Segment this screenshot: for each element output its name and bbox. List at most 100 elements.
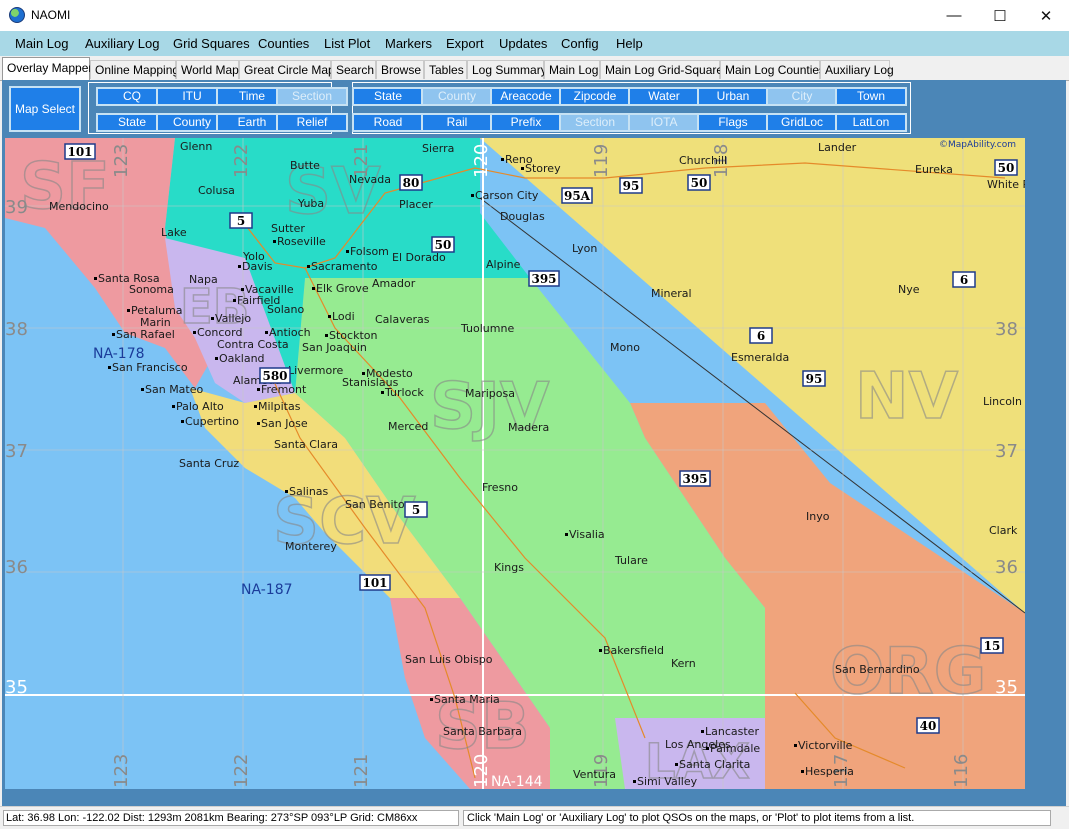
overlay-b-road-button[interactable]: Road — [352, 113, 424, 132]
city-dot — [241, 288, 244, 291]
highway-shield-label: 395 — [531, 272, 556, 286]
city-dot — [307, 265, 310, 268]
county-label: San Bernardino — [835, 663, 920, 676]
tab-bar: Overlay Mapper Online Mapping World Map … — [0, 56, 1069, 81]
tab-main-log-counties[interactable]: Main Log Counties — [720, 60, 825, 79]
county-label: Yuba — [297, 197, 324, 210]
overlay-b-water-button[interactable]: Water — [628, 87, 700, 106]
highway-shield-label: 95 — [623, 179, 640, 193]
tab-overlay-mapper[interactable]: Overlay Mapper — [2, 57, 92, 80]
city-dot — [565, 533, 568, 536]
city-dot — [312, 287, 315, 290]
menu-counties[interactable]: Counties — [258, 36, 309, 51]
city-label: Carson City — [475, 189, 539, 202]
menu-main-log[interactable]: Main Log — [15, 36, 68, 51]
county-label: Placer — [399, 198, 433, 211]
county-label: Lander — [818, 141, 857, 154]
menu-export[interactable]: Export — [446, 36, 484, 51]
overlay-b-gridloc-button[interactable]: GridLoc — [766, 113, 838, 132]
tab-main-log[interactable]: Main Log — [544, 60, 600, 79]
overlay-a-section-button[interactable]: Section — [276, 87, 348, 106]
overlay-b-city-button[interactable]: City — [766, 87, 838, 106]
lat-label-38: 38 — [5, 319, 28, 340]
city-label: San Mateo — [145, 383, 204, 396]
county-label: Ventura — [573, 768, 616, 781]
maximize-button[interactable]: ☐ — [977, 0, 1023, 31]
minimize-button[interactable]: — — [931, 0, 977, 31]
menu-help[interactable]: Help — [616, 36, 643, 51]
lat-label-35-right: 35 — [995, 677, 1018, 698]
overlay-a-relief-button[interactable]: Relief — [276, 113, 348, 132]
county-label: Mineral — [651, 287, 692, 300]
overlay-b-town-button[interactable]: Town — [835, 87, 907, 106]
overlay-b-state-button[interactable]: State — [352, 87, 424, 106]
overlay-b-latlon-button[interactable]: LatLon — [835, 113, 907, 132]
tab-world-map[interactable]: World Map — [176, 60, 239, 79]
tab-browse[interactable]: Browse — [376, 60, 424, 79]
overlay-b-county-button[interactable]: County — [421, 87, 493, 106]
tab-log-summary[interactable]: Log Summary — [467, 60, 547, 79]
overlay-b-iota-button[interactable]: IOTA — [628, 113, 700, 132]
lon-label-123-bottom: 123 — [111, 754, 132, 788]
city-label: Cupertino — [185, 415, 239, 428]
city-label: Fremont — [261, 383, 307, 396]
menu-markers[interactable]: Markers — [385, 36, 432, 51]
lon-label-122-bottom: 122 — [231, 754, 252, 788]
menu-auxiliary-log[interactable]: Auxiliary Log — [85, 36, 159, 51]
city-label: Roseville — [277, 235, 326, 248]
city-label: San Jose — [261, 417, 308, 430]
city-label: Petaluma — [131, 304, 183, 317]
tab-main-log-grid-squares[interactable]: Main Log Grid-Squares — [600, 60, 729, 79]
tab-tables[interactable]: Tables — [424, 60, 467, 79]
highway-shield-label: 50 — [435, 238, 452, 252]
overlay-b-rail-button[interactable]: Rail — [421, 113, 493, 132]
tab-great-circle-map[interactable]: Great Circle Map — [239, 60, 335, 79]
map-select-button[interactable]: Map Select — [9, 86, 81, 132]
menu-grid-squares[interactable]: Grid Squares — [173, 36, 250, 51]
lon-label-123: 123 — [111, 144, 132, 178]
county-label: Churchill — [679, 154, 727, 167]
menu-config[interactable]: Config — [561, 36, 599, 51]
county-label: Santa Clara — [274, 438, 338, 451]
menu-list-plot[interactable]: List Plot — [324, 36, 370, 51]
lon-label-120-bottom: 120 — [471, 754, 492, 788]
county-label: Glenn — [180, 140, 212, 153]
overlay-b-section-button[interactable]: Section — [559, 113, 631, 132]
highway-shield-label: 80 — [403, 176, 420, 190]
menu-updates[interactable]: Updates — [499, 36, 547, 51]
city-dot — [285, 490, 288, 493]
city-dot — [181, 420, 184, 423]
city-label: Antioch — [269, 326, 311, 339]
city-label: Folsom — [350, 245, 389, 258]
city-dot — [233, 299, 236, 302]
overlay-b-flags-button[interactable]: Flags — [697, 113, 769, 132]
overlay-b-prefix-button[interactable]: Prefix — [490, 113, 562, 132]
map-canvas[interactable]: SF SV EB SJV SCV NV ORG SB LAX 39 38 37 … — [5, 138, 1025, 789]
status-coordinates: Lat: 36.98 Lon: -122.02 Dist: 1293m 2081… — [3, 810, 459, 826]
city-dot — [127, 309, 130, 312]
overlay-b-urban-button[interactable]: Urban — [697, 87, 769, 106]
city-label: Santa Maria — [434, 693, 500, 706]
city-label: Concord — [197, 326, 242, 339]
lon-label-122: 122 — [231, 144, 252, 178]
app-globe-icon — [9, 7, 25, 23]
city-label: Davis — [242, 260, 273, 273]
city-label: Milpitas — [258, 400, 301, 413]
tab-search[interactable]: Search — [331, 60, 376, 79]
overlay-b-areacode-button[interactable]: Areacode — [490, 87, 562, 106]
city-dot — [362, 372, 365, 375]
close-button[interactable]: ✕ — [1023, 0, 1069, 31]
county-label: Nevada — [349, 173, 391, 186]
county-label: Esmeralda — [731, 351, 789, 364]
county-label: Amador — [372, 277, 416, 290]
county-label: Kern — [671, 657, 696, 670]
tab-online-mapping[interactable]: Online Mapping — [90, 60, 179, 79]
section-label-nv: NV — [855, 360, 959, 434]
highway-shield-label: 6 — [960, 273, 968, 287]
city-dot — [381, 391, 384, 394]
overlay-b-zipcode-button[interactable]: Zipcode — [559, 87, 631, 106]
county-label: Colusa — [198, 184, 235, 197]
tab-auxiliary-log[interactable]: Auxiliary Log — [820, 60, 894, 79]
highway-shield-label: 101 — [67, 145, 92, 159]
county-label: Sutter — [271, 222, 305, 235]
